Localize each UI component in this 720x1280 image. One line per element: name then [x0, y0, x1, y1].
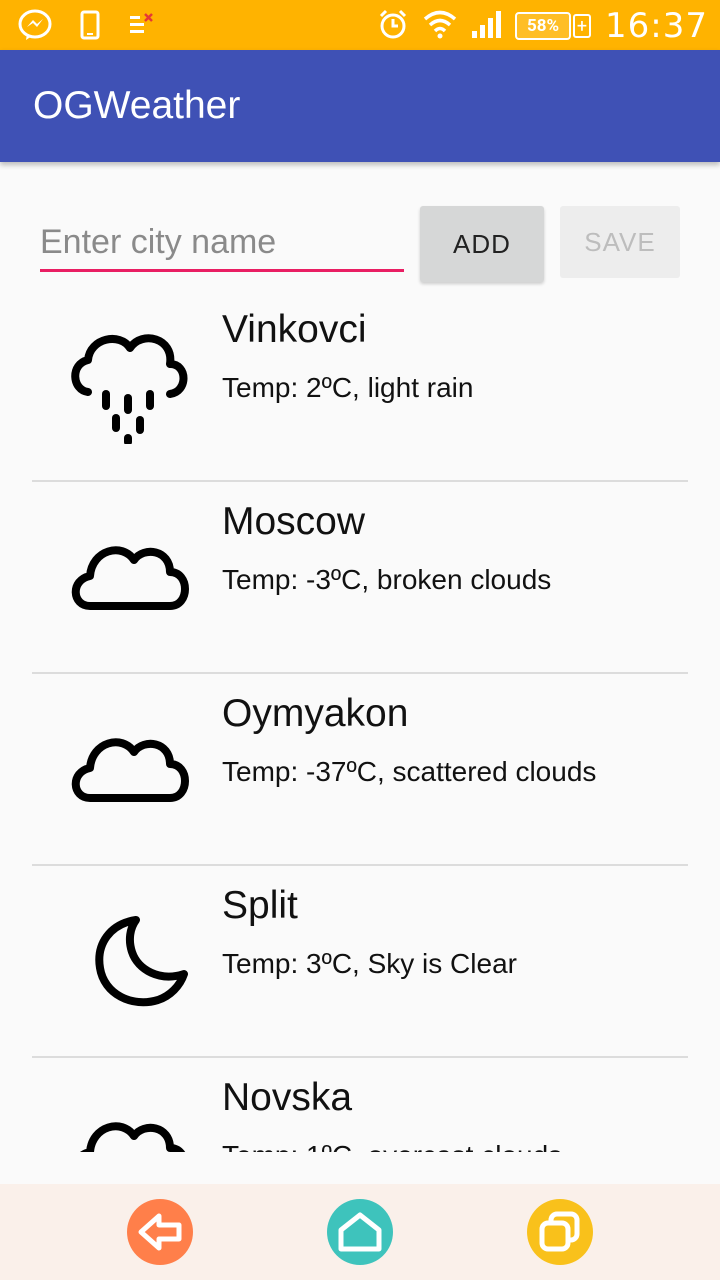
weather-description: Temp: -37ºC, scattered clouds [222, 756, 597, 787]
home-icon [327, 1212, 393, 1269]
wifi-icon [423, 9, 457, 43]
city-name: Oymyakon [222, 692, 409, 735]
cloud-icon [66, 698, 196, 828]
list-item[interactable]: Moscow Temp: -3ºC, broken clouds [32, 482, 688, 674]
input-underline [40, 269, 404, 272]
city-name: Split [222, 884, 298, 927]
status-bar: 58% + 16:37 [0, 0, 720, 50]
city-input-container [40, 216, 404, 272]
weather-description: Temp: -3ºC, broken clouds [222, 564, 552, 595]
app-title: OGWeather [33, 84, 241, 127]
weather-description: Temp: 1ºC, overcast clouds [222, 1140, 562, 1152]
alarm-icon [377, 8, 409, 44]
city-name: Novska [222, 1076, 353, 1119]
recent-apps-icon [527, 1211, 593, 1269]
weather-description: Temp: 3ºC, Sky is Clear [222, 948, 517, 979]
save-button[interactable]: SAVE [560, 206, 680, 278]
list-item[interactable]: Oymyakon Temp: -37ºC, scattered clouds [32, 674, 688, 866]
add-button[interactable]: ADD [420, 206, 544, 282]
back-button[interactable] [127, 1199, 193, 1265]
cloud-icon [66, 506, 196, 636]
back-arrow-icon [127, 1213, 193, 1269]
battery-level: 58% [515, 12, 572, 40]
notification-icon [128, 12, 154, 42]
list-item[interactable]: Novska Temp: 1ºC, overcast clouds [32, 1058, 688, 1152]
city-list: Vinkovci Temp: 2ºC, light rain Moscow Te… [32, 290, 688, 1152]
messenger-icon [18, 8, 52, 46]
list-item[interactable]: Vinkovci Temp: 2ºC, light rain [32, 290, 688, 482]
rain-cloud-icon [66, 314, 196, 446]
app-bar: OGWeather [0, 50, 720, 162]
phone-icon [80, 10, 100, 44]
battery-icon: 58% + [515, 12, 592, 40]
city-name-input[interactable] [40, 216, 404, 268]
cloud-icon [66, 1082, 196, 1152]
list-item[interactable]: Split Temp: 3ºC, Sky is Clear [32, 866, 688, 1058]
system-nav-bar [0, 1184, 720, 1280]
city-name: Moscow [222, 500, 366, 543]
city-name: Vinkovci [222, 308, 367, 351]
signal-icon [471, 9, 502, 43]
status-time: 16:37 [605, 6, 708, 46]
weather-description: Temp: 2ºC, light rain [222, 372, 474, 403]
recent-apps-button[interactable] [527, 1199, 593, 1265]
home-button[interactable] [327, 1199, 393, 1265]
moon-icon [66, 890, 196, 1020]
